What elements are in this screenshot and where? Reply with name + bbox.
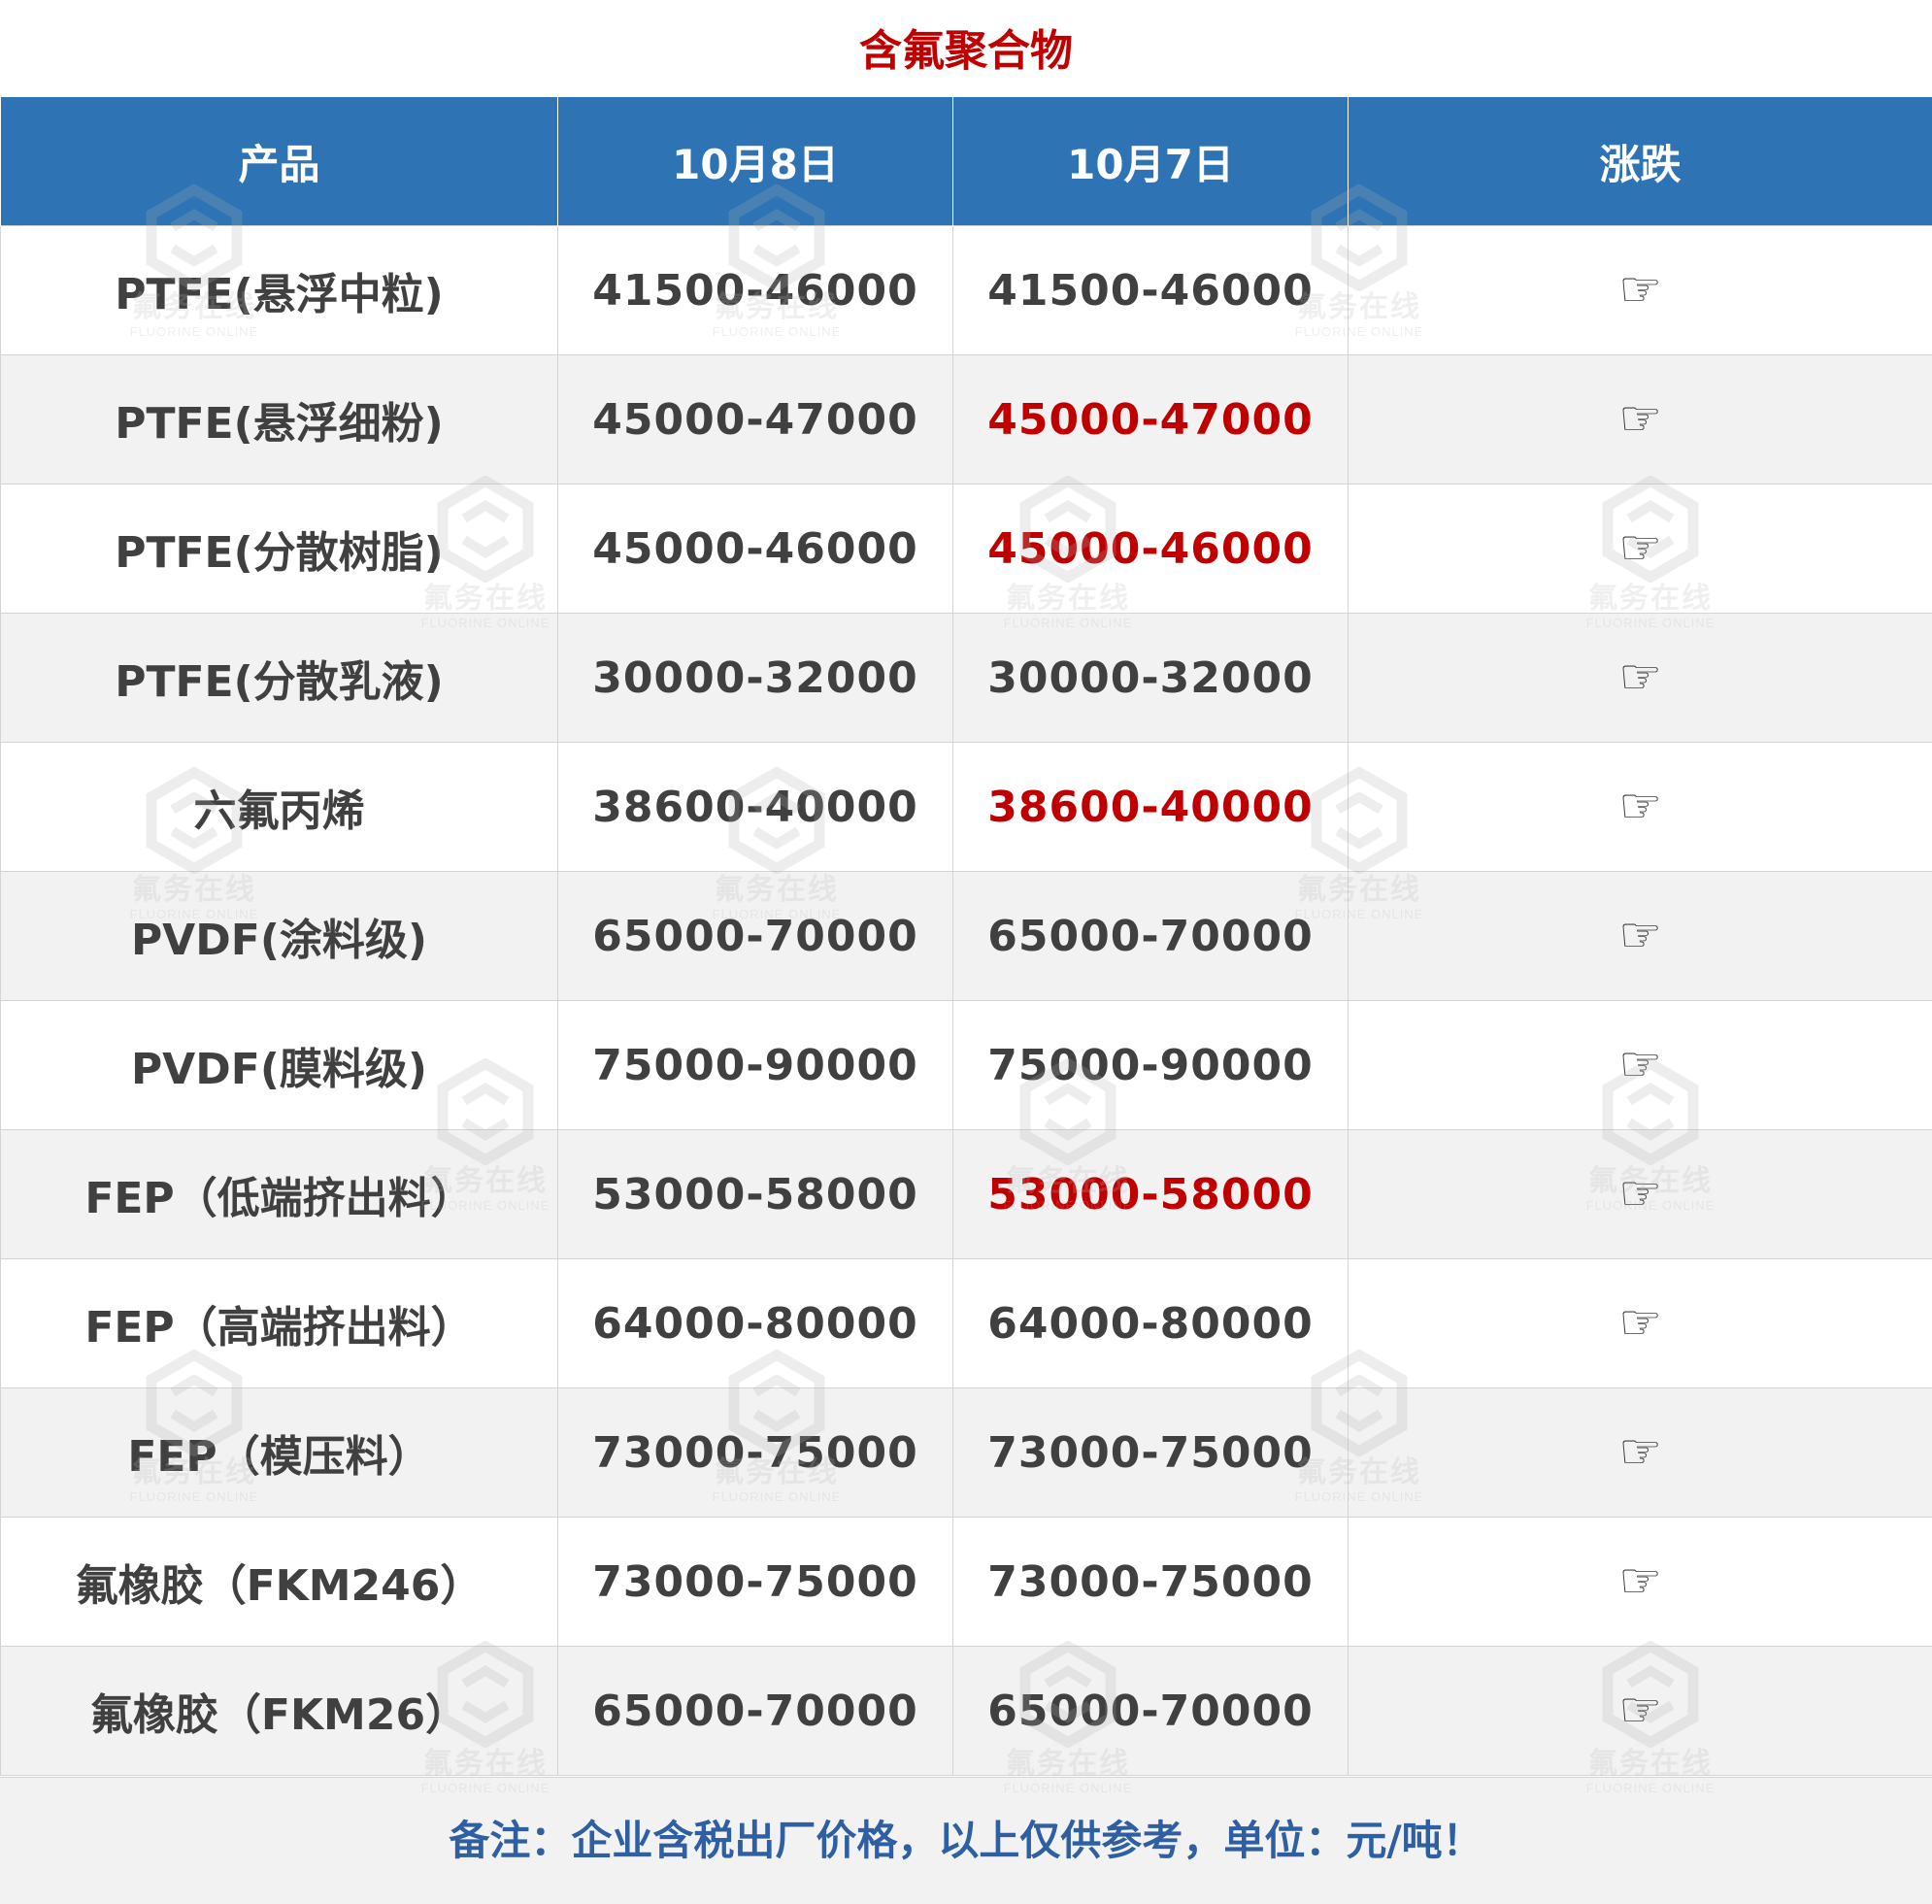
price-oct7-cell: 75000-90000 [953, 1001, 1349, 1130]
pointing-hand-icon: ☞ [1618, 1040, 1662, 1088]
change-cell: ☞ [1349, 1647, 1932, 1776]
footnote: 备注：企业含税出厂价格，以上仅供参考，单位：元/吨！ [0, 1777, 1932, 1904]
price-oct7-cell: 30000-32000 [953, 614, 1349, 743]
product-cell: FEP（模压料） [1, 1388, 558, 1518]
table-header-row: 产品 10月8日 10月7日 涨跌 [1, 97, 1932, 226]
product-cell: 氟橡胶（FKM246） [1, 1518, 558, 1647]
price-oct8-cell: 45000-47000 [558, 355, 953, 484]
product-cell: PVDF(涂料级) [1, 872, 558, 1001]
table-body: PTFE(悬浮中粒)41500-4600041500-46000☞PTFE(悬浮… [1, 226, 1932, 1776]
change-cell: ☞ [1349, 872, 1932, 1001]
product-cell: 六氟丙烯 [1, 743, 558, 872]
product-cell: PTFE(悬浮中粒) [1, 226, 558, 355]
table-row: PVDF(涂料级)65000-7000065000-70000☞ [1, 872, 1932, 1001]
header-change: 涨跌 [1349, 97, 1932, 226]
product-cell: 氟橡胶（FKM26） [1, 1647, 558, 1776]
table-row: FEP（模压料）73000-7500073000-75000☞ [1, 1388, 1932, 1518]
change-cell: ☞ [1349, 1130, 1932, 1259]
price-oct7-cell: 65000-70000 [953, 872, 1349, 1001]
pointing-hand-icon: ☞ [1618, 1298, 1662, 1347]
pointing-hand-icon: ☞ [1618, 1427, 1662, 1476]
table-row: PVDF(膜料级)75000-9000075000-90000☞ [1, 1001, 1932, 1130]
product-cell: PVDF(膜料级) [1, 1001, 558, 1130]
change-cell: ☞ [1349, 1518, 1932, 1647]
header-product: 产品 [1, 97, 558, 226]
price-oct7-cell: 45000-47000 [953, 355, 1349, 484]
table-row: 六氟丙烯38600-4000038600-40000☞ [1, 743, 1932, 872]
change-cell: ☞ [1349, 355, 1932, 484]
price-oct8-cell: 38600-40000 [558, 743, 953, 872]
pointing-hand-icon: ☞ [1618, 1169, 1662, 1218]
price-page: { "title": "含氟聚合物", "table": { "headers"… [0, 0, 1932, 1902]
table-row: PTFE(悬浮细粉)45000-4700045000-47000☞ [1, 355, 1932, 484]
change-cell: ☞ [1349, 1388, 1932, 1518]
change-cell: ☞ [1349, 1259, 1932, 1388]
price-oct7-cell: 64000-80000 [953, 1259, 1349, 1388]
price-oct7-cell: 65000-70000 [953, 1647, 1349, 1776]
product-cell: PTFE(悬浮细粉) [1, 355, 558, 484]
price-oct7-cell: 38600-40000 [953, 743, 1349, 872]
table-row: PTFE(分散树脂)45000-4600045000-46000☞ [1, 484, 1932, 614]
product-cell: FEP（高端挤出料） [1, 1259, 558, 1388]
table-row: PTFE(分散乳液)30000-3200030000-32000☞ [1, 614, 1932, 743]
price-oct7-cell: 73000-75000 [953, 1388, 1349, 1518]
product-cell: FEP（低端挤出料） [1, 1130, 558, 1259]
change-cell: ☞ [1349, 614, 1932, 743]
table-row: PTFE(悬浮中粒)41500-4600041500-46000☞ [1, 226, 1932, 355]
price-oct8-cell: 64000-80000 [558, 1259, 953, 1388]
change-cell: ☞ [1349, 226, 1932, 355]
pointing-hand-icon: ☞ [1618, 1556, 1662, 1605]
table-row: FEP（低端挤出料）53000-5800053000-58000☞ [1, 1130, 1932, 1259]
price-oct7-cell: 73000-75000 [953, 1518, 1349, 1647]
product-cell: PTFE(分散乳液) [1, 614, 558, 743]
price-oct8-cell: 73000-75000 [558, 1518, 953, 1647]
pointing-hand-icon: ☞ [1618, 265, 1662, 314]
price-oct8-cell: 65000-70000 [558, 1647, 953, 1776]
price-oct8-cell: 73000-75000 [558, 1388, 953, 1518]
price-table: 产品 10月8日 10月7日 涨跌 PTFE(悬浮中粒)41500-460004… [0, 97, 1932, 1776]
pointing-hand-icon: ☞ [1618, 523, 1662, 572]
change-cell: ☞ [1349, 484, 1932, 614]
price-oct8-cell: 30000-32000 [558, 614, 953, 743]
price-oct8-cell: 41500-46000 [558, 226, 953, 355]
pointing-hand-icon: ☞ [1618, 911, 1662, 959]
price-oct7-cell: 53000-58000 [953, 1130, 1349, 1259]
page-title: 含氟聚合物 [0, 19, 1932, 84]
price-oct8-cell: 75000-90000 [558, 1001, 953, 1130]
change-cell: ☞ [1349, 743, 1932, 872]
price-oct8-cell: 45000-46000 [558, 484, 953, 614]
price-oct8-cell: 65000-70000 [558, 872, 953, 1001]
pointing-hand-icon: ☞ [1618, 652, 1662, 701]
pointing-hand-icon: ☞ [1618, 1686, 1662, 1734]
price-oct7-cell: 45000-46000 [953, 484, 1349, 614]
table-row: FEP（高端挤出料）64000-8000064000-80000☞ [1, 1259, 1932, 1388]
product-cell: PTFE(分散树脂) [1, 484, 558, 614]
header-oct8: 10月8日 [558, 97, 953, 226]
price-oct7-cell: 41500-46000 [953, 226, 1349, 355]
table-row: 氟橡胶（FKM26）65000-7000065000-70000☞ [1, 1647, 1932, 1776]
pointing-hand-icon: ☞ [1618, 782, 1662, 830]
change-cell: ☞ [1349, 1001, 1932, 1130]
table-row: 氟橡胶（FKM246）73000-7500073000-75000☞ [1, 1518, 1932, 1647]
header-oct7: 10月7日 [953, 97, 1349, 226]
price-oct8-cell: 53000-58000 [558, 1130, 953, 1259]
pointing-hand-icon: ☞ [1618, 394, 1662, 443]
